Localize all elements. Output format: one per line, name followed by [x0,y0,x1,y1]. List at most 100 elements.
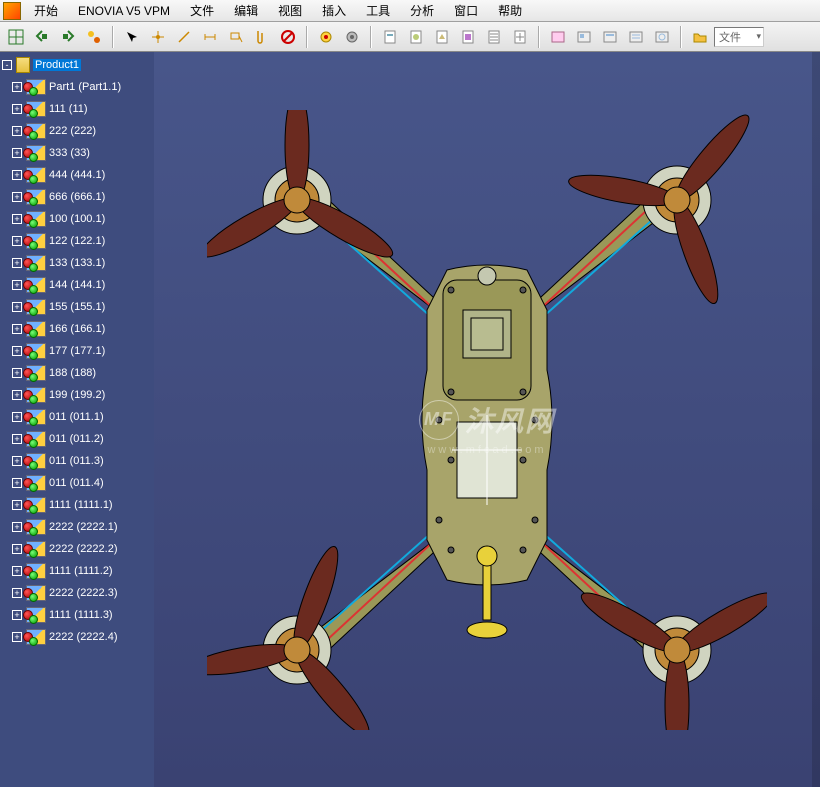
expand-icon[interactable]: + [12,82,22,92]
gear-red-button[interactable] [314,25,338,49]
tree-item-label: 666 (666.1) [49,191,105,203]
tree-row[interactable]: +2222 (2222.2) [0,538,154,560]
dimension-tool[interactable] [198,25,222,49]
viewport-scrollbar[interactable] [812,52,820,787]
point-tool[interactable] [146,25,170,49]
file-combo[interactable]: 文件 [714,27,764,47]
expand-icon[interactable]: + [12,390,22,400]
tree-row[interactable]: +666 (666.1) [0,186,154,208]
tree-row[interactable]: +100 (100.1) [0,208,154,230]
expand-icon[interactable]: + [12,478,22,488]
tree-row[interactable]: +2222 (2222.1) [0,516,154,538]
tree-row[interactable]: +144 (144.1) [0,274,154,296]
doc-b-button[interactable] [404,25,428,49]
folder-open-button[interactable] [688,25,712,49]
part-icon [26,563,46,579]
menu-item-5[interactable]: 插入 [312,0,356,22]
expand-icon[interactable]: + [12,280,22,290]
menu-item-9[interactable]: 帮助 [488,0,532,22]
expand-icon[interactable]: + [12,126,22,136]
expand-icon[interactable]: + [12,324,22,334]
tree-root[interactable]: - Product1 [0,54,154,76]
expand-icon[interactable]: + [12,500,22,510]
tree-row[interactable]: +333 (33) [0,142,154,164]
expand-icon[interactable]: + [12,236,22,246]
tree-row[interactable]: +2222 (2222.3) [0,582,154,604]
tree-row[interactable]: +1111 (1111.1) [0,494,154,516]
expand-icon[interactable]: + [12,610,22,620]
tree-row[interactable]: +444 (444.1) [0,164,154,186]
doc-d-button[interactable] [456,25,480,49]
3d-viewport[interactable]: MF 沐风网 www.mfcad.com [154,52,820,787]
expand-icon[interactable]: + [12,544,22,554]
zoom-next-button[interactable] [56,25,80,49]
tree-row[interactable]: +Part1 (Part1.1) [0,76,154,98]
menu-item-6[interactable]: 工具 [356,0,400,22]
doc-a-button[interactable] [378,25,402,49]
tree-row[interactable]: +188 (188) [0,362,154,384]
expand-icon[interactable]: + [12,148,22,158]
tree-root-label[interactable]: Product1 [33,59,81,71]
fit-all-button[interactable] [4,25,28,49]
zoom-prev-button[interactable] [30,25,54,49]
doc-e-button[interactable] [482,25,506,49]
menu-item-2[interactable]: 文件 [180,0,224,22]
expand-icon[interactable]: + [12,192,22,202]
tree-row[interactable]: +199 (199.2) [0,384,154,406]
expand-icon[interactable]: + [12,566,22,576]
expand-icon[interactable]: + [12,346,22,356]
tree-row[interactable]: +2222 (2222.4) [0,626,154,648]
tree-row[interactable]: +177 (177.1) [0,340,154,362]
tree-row[interactable]: +011 (011.1) [0,406,154,428]
page-d-button[interactable] [624,25,648,49]
tree-row[interactable]: +111 (11) [0,98,154,120]
tree-row[interactable]: +133 (133.1) [0,252,154,274]
clip-tool[interactable] [250,25,274,49]
tree-row[interactable]: +155 (155.1) [0,296,154,318]
line-tool[interactable] [172,25,196,49]
page-c-button[interactable] [598,25,622,49]
tree-row[interactable]: +166 (166.1) [0,318,154,340]
expand-icon[interactable]: + [12,170,22,180]
expand-icon[interactable]: - [2,60,12,70]
noentry-tool[interactable] [276,25,300,49]
expand-icon[interactable]: + [12,302,22,312]
tree-row[interactable]: +122 (122.1) [0,230,154,252]
tree-row[interactable]: +011 (011.4) [0,472,154,494]
expand-icon[interactable]: + [12,412,22,422]
tree-row[interactable]: +1111 (1111.2) [0,560,154,582]
doc-f-button[interactable] [508,25,532,49]
arrow-tool[interactable] [120,25,144,49]
expand-icon[interactable]: + [12,104,22,114]
balloon-tool[interactable] [224,25,248,49]
spec-tree[interactable]: - Product1 +Part1 (Part1.1)+111 (11)+222… [0,52,154,787]
part-icon [26,497,46,513]
part-icon [26,167,46,183]
expand-icon[interactable]: + [12,632,22,642]
gear-gray-button[interactable] [340,25,364,49]
page-e-button[interactable] [650,25,674,49]
menu-item-4[interactable]: 视图 [268,0,312,22]
menubar: 开始ENOVIA V5 VPM文件编辑视图插入工具分析窗口帮助 [0,0,820,22]
doc-c-button[interactable] [430,25,454,49]
expand-icon[interactable]: + [12,434,22,444]
menu-item-7[interactable]: 分析 [400,0,444,22]
menu-item-8[interactable]: 窗口 [444,0,488,22]
expand-icon[interactable]: + [12,258,22,268]
tree-row[interactable]: +1111 (1111.3) [0,604,154,626]
expand-icon[interactable]: + [12,456,22,466]
page-b-button[interactable] [572,25,596,49]
expand-icon[interactable]: + [12,588,22,598]
menu-item-0[interactable]: 开始 [24,0,68,22]
tree-row[interactable]: +011 (011.3) [0,450,154,472]
menu-item-1[interactable]: ENOVIA V5 VPM [68,1,180,21]
expand-icon[interactable]: + [12,214,22,224]
tree-row[interactable]: +222 (222) [0,120,154,142]
drone-model[interactable] [207,110,767,730]
page-a-button[interactable] [546,25,570,49]
expand-icon[interactable]: + [12,522,22,532]
menu-item-3[interactable]: 编辑 [224,0,268,22]
swap-view-button[interactable] [82,25,106,49]
expand-icon[interactable]: + [12,368,22,378]
tree-row[interactable]: +011 (011.2) [0,428,154,450]
